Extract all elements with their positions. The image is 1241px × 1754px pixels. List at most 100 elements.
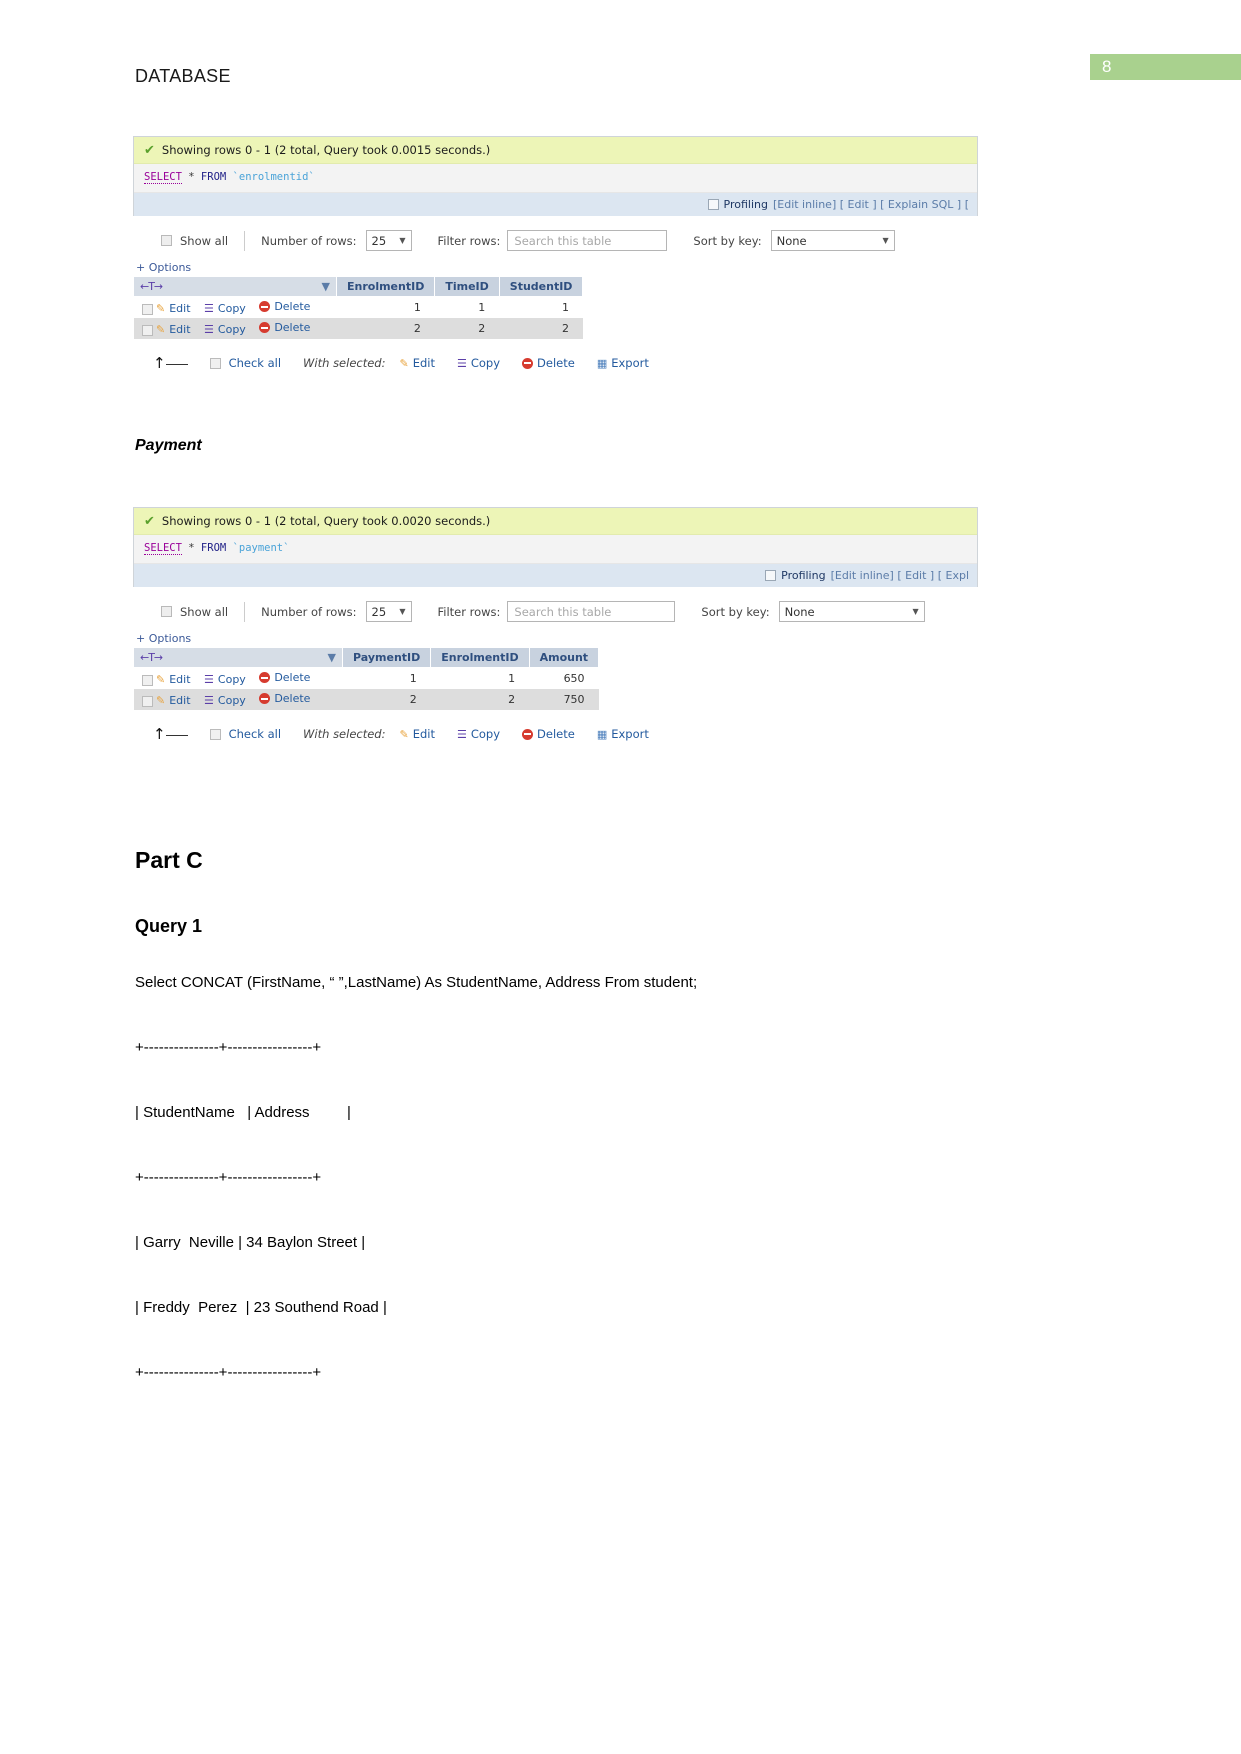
delete-label: Delete [537, 727, 575, 741]
check-all-label: Check all [228, 356, 282, 370]
results-table: ←T→ ▼ EnrolmentID TimeID StudentID ✎ Edi… [133, 276, 584, 339]
filter-rows-input[interactable]: Search this table [507, 230, 668, 251]
edit-label: Edit [169, 323, 191, 336]
table-row[interactable]: ✎ Edit ☰ Copy Delete 2 2 750 [133, 689, 599, 710]
delete-label: Delete [274, 692, 311, 705]
bulk-delete-action[interactable]: Delete [522, 727, 575, 741]
sort-by-key-value: None [784, 604, 815, 619]
edit-label: Edit [412, 727, 435, 741]
edit-action[interactable]: ✎ Edit [156, 673, 191, 686]
show-all-checkbox[interactable] [161, 606, 172, 617]
delete-action[interactable]: Delete [259, 300, 310, 313]
cell-1-2: 2 [499, 318, 583, 339]
sql-query-display: SELECT * FROM `enrolmentid` [134, 164, 977, 193]
chevron-down-icon[interactable]: ▼ [328, 651, 336, 664]
select-all-arrow-icon[interactable]: ↑ [153, 354, 188, 372]
row-checkbox[interactable] [141, 674, 153, 686]
cell-1-0: 2 [342, 689, 431, 710]
sort-arrows-icon[interactable]: ←T→ [140, 280, 163, 293]
column-header-2[interactable]: Amount [528, 647, 600, 668]
number-of-rows-select[interactable]: 25 ▼ [365, 601, 412, 622]
column-header-1[interactable]: EnrolmentID [430, 647, 530, 668]
sql-keyword-select: SELECT [144, 542, 182, 555]
column-header-0[interactable]: EnrolmentID [335, 276, 436, 297]
sql-star: * [188, 171, 195, 183]
sort-arrows-icon[interactable]: ←T→ [140, 651, 163, 664]
profiling-checkbox[interactable] [707, 199, 719, 210]
copy-action[interactable]: ☰ Copy [204, 673, 246, 686]
sort-controls-header[interactable]: ←T→ ▼ [133, 276, 337, 297]
profiling-links[interactable]: [Edit inline] [ Edit ] [ Expl [831, 569, 969, 582]
delete-action[interactable]: Delete [259, 692, 310, 705]
select-all-arrow-icon[interactable]: ↑ [153, 725, 188, 743]
options-toggle[interactable]: + Options [133, 251, 978, 274]
bulk-copy-action[interactable]: ☰ Copy [457, 727, 500, 741]
edit-label: Edit [412, 356, 435, 370]
page-number-badge: 8 [1090, 54, 1241, 80]
number-of-rows-select[interactable]: 25 ▼ [365, 230, 412, 251]
check-all-label: Check all [228, 727, 282, 741]
delete-action[interactable]: Delete [259, 671, 310, 684]
sort-controls-header[interactable]: ←T→ ▼ [133, 647, 343, 668]
bulk-copy-action[interactable]: ☰ Copy [457, 356, 500, 370]
pencil-icon: ✎ [156, 694, 166, 707]
sql-keyword-select: SELECT [144, 171, 182, 184]
sort-by-key-value: None [776, 233, 807, 248]
table-row[interactable]: ✎ Edit ☰ Copy Delete 1 1 650 [133, 667, 599, 689]
column-header-2[interactable]: StudentID [498, 276, 584, 297]
profiling-links[interactable]: [Edit inline] [ Edit ] [ Explain SQL ] [ [773, 198, 969, 211]
column-header-0[interactable]: PaymentID [341, 647, 432, 668]
sql-keyword-from: FROM [200, 171, 227, 183]
pencil-icon: ✎ [399, 727, 409, 741]
column-header-1[interactable]: TimeID [434, 276, 500, 297]
sort-by-key-select[interactable]: None ▼ [778, 601, 925, 622]
table-row[interactable]: ✎ Edit ☰ Copy Delete 1 1 1 [133, 296, 583, 318]
profiling-label: Profiling [781, 569, 826, 582]
ascii-line-1: | StudentName | Address | [135, 1104, 351, 1121]
delete-label: Delete [274, 300, 311, 313]
row-checkbox[interactable] [141, 303, 153, 315]
check-all-checkbox[interactable] [209, 728, 221, 740]
row-checkbox[interactable] [141, 324, 153, 336]
delete-label: Delete [274, 321, 311, 334]
page-number: 8 [1102, 57, 1112, 76]
show-all-checkbox[interactable] [161, 235, 172, 246]
results-table: ←T→ ▼ PaymentID EnrolmentID Amount ✎ Edi… [133, 647, 600, 710]
chevron-down-icon: ▼ [399, 607, 406, 616]
chevron-down-icon: ▼ [399, 236, 406, 245]
bulk-edit-action[interactable]: ✎ Edit [399, 356, 435, 370]
export-icon: ▦ [596, 727, 608, 741]
delete-icon [522, 728, 534, 740]
copy-action[interactable]: ☰ Copy [204, 302, 246, 315]
cell-1-2: 750 [529, 689, 599, 710]
sort-by-key-select[interactable]: None ▼ [770, 230, 895, 251]
query-result-panel: ✔ Showing rows 0 - 1 (2 total, Query too… [133, 507, 978, 587]
row-checkbox[interactable] [141, 695, 153, 707]
delete-label: Delete [274, 671, 311, 684]
profiling-checkbox[interactable] [765, 570, 777, 581]
bulk-export-action[interactable]: ▦ Export [597, 727, 649, 741]
query-status-text: Showing rows 0 - 1 (2 total, Query took … [161, 143, 491, 157]
success-check-icon: ✔ [144, 142, 155, 158]
toolbar-divider [244, 230, 246, 251]
bulk-export-action[interactable]: ▦ Export [597, 356, 649, 370]
table-footer-actions: ↑ Check all With selected: ✎ Edit ☰ Copy… [133, 339, 978, 372]
options-toggle[interactable]: + Options [133, 622, 978, 645]
copy-action[interactable]: ☰ Copy [204, 694, 246, 707]
edit-action[interactable]: ✎ Edit [156, 694, 191, 707]
filter-rows-input[interactable]: Search this table [507, 601, 676, 622]
chevron-down-icon[interactable]: ▼ [322, 280, 330, 293]
table-row[interactable]: ✎ Edit ☰ Copy Delete 2 2 2 [133, 318, 583, 339]
delete-action[interactable]: Delete [259, 321, 310, 334]
check-all-checkbox[interactable] [209, 357, 221, 369]
copy-action[interactable]: ☰ Copy [204, 323, 246, 336]
with-selected-label: With selected: [303, 727, 386, 741]
page-title: DATABASE [135, 66, 231, 86]
success-check-icon: ✔ [144, 513, 155, 529]
copy-label: Copy [217, 323, 246, 336]
toolbar-divider [244, 601, 246, 622]
edit-action[interactable]: ✎ Edit [156, 323, 191, 336]
bulk-delete-action[interactable]: Delete [522, 356, 575, 370]
edit-action[interactable]: ✎ Edit [156, 302, 191, 315]
bulk-edit-action[interactable]: ✎ Edit [399, 727, 435, 741]
